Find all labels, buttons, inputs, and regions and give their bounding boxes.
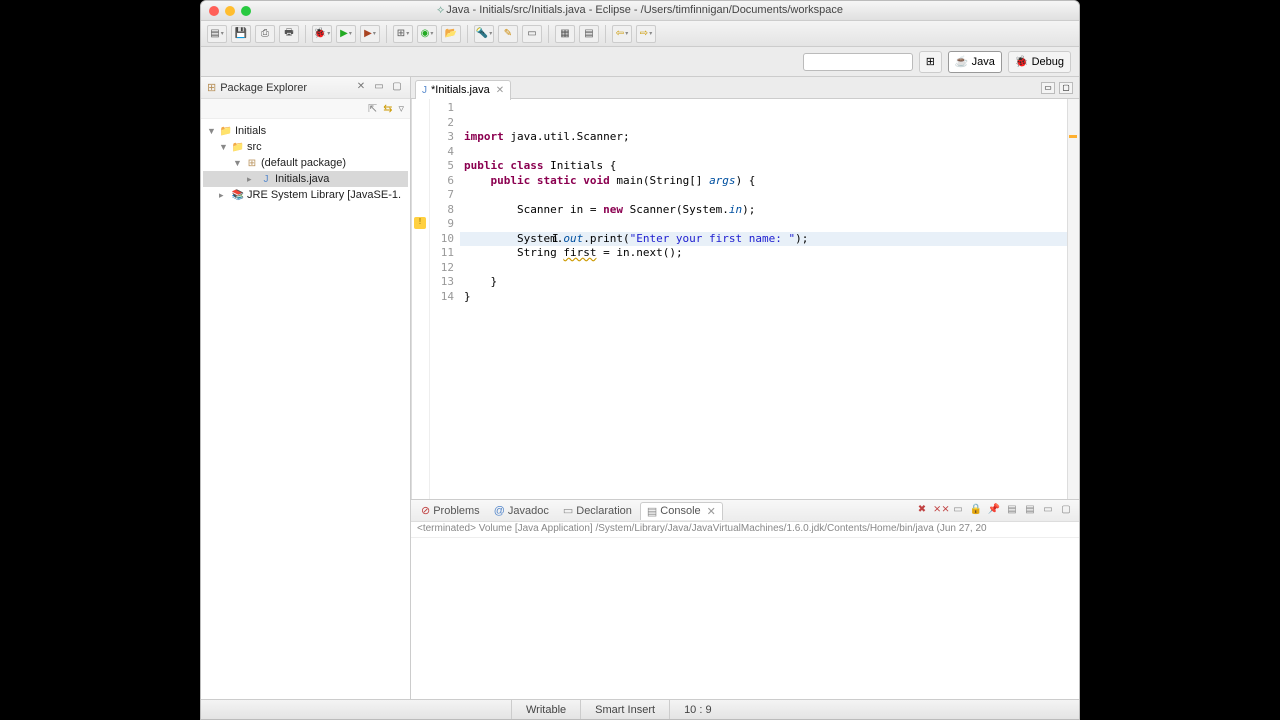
quick-access-input[interactable]: [803, 53, 913, 71]
status-cursor-position: 10 : 9: [669, 700, 726, 719]
tree-src[interactable]: ▼📁src: [203, 139, 408, 155]
close-view-icon[interactable]: ✕: [354, 81, 368, 95]
eclipse-window: ⟡Java - Initials/src/Initials.java - Ecl…: [200, 0, 1080, 720]
nav-button[interactable]: ▦: [555, 25, 575, 43]
status-bar: Writable Smart Insert 10 : 9: [201, 699, 1079, 719]
status-writable: Writable: [511, 700, 580, 719]
overview-warning-marker[interactable]: [1069, 135, 1077, 138]
debug-perspective-button[interactable]: 🐞Debug: [1008, 51, 1071, 73]
overview-ruler[interactable]: [1067, 99, 1079, 499]
package-explorer-header: ⊞ Package Explorer ✕ ▭ ▢: [201, 77, 410, 99]
text-cursor: I: [552, 232, 553, 245]
forward-button[interactable]: ⇨: [636, 25, 656, 43]
search-button[interactable]: 🔦: [474, 25, 494, 43]
back-button[interactable]: ⇦: [612, 25, 632, 43]
package-explorer-toolbar: ⇱ ⇆ ▿: [201, 99, 410, 119]
main-toolbar: ▤ 💾 ⎙ 🖶 🐞 ▶ ▶ ⊞ ◉ 📂 🔦 ✎ ▭ ▦ ▤ ⇦ ⇨: [201, 21, 1079, 47]
toggle-mark-button[interactable]: ✎: [498, 25, 518, 43]
tree-project[interactable]: ▼📁Initials: [203, 123, 408, 139]
package-explorer-icon: ⊞: [207, 81, 216, 94]
debug-button[interactable]: 🐞: [312, 25, 332, 43]
save-button[interactable]: 💾: [231, 25, 251, 43]
tree-java-file[interactable]: ▸JInitials.java: [203, 171, 408, 187]
pin-console-icon[interactable]: 📌: [987, 504, 1001, 518]
package-explorer-title: Package Explorer: [220, 82, 350, 94]
project-tree[interactable]: ▼📁Initials ▼📁src ▼⊞(default package) ▸JI…: [201, 119, 410, 699]
max-panel-icon[interactable]: ▢: [1059, 504, 1073, 518]
tree-jre-library[interactable]: ▸📚JRE System Library [JavaSE-1.: [203, 187, 408, 203]
bottom-panel: ⊘Problems @Javadoc ▭Declaration ▤Console…: [411, 499, 1079, 699]
tab-console[interactable]: ▤Console✕: [640, 502, 723, 520]
code-editor[interactable]: ! 123 456 789 101112 1314 import java.ut…: [411, 99, 1079, 499]
bottom-tabs: ⊘Problems @Javadoc ▭Declaration ▤Console…: [411, 500, 1079, 522]
open-type-button[interactable]: 📂: [441, 25, 461, 43]
save-all-button[interactable]: ⎙: [255, 25, 275, 43]
editor-tab-initials[interactable]: J *Initials.java ✕: [415, 80, 511, 100]
java-file-icon: J: [422, 85, 427, 96]
window-title: ⟡Java - Initials/src/Initials.java - Ecl…: [201, 4, 1079, 17]
perspective-bar: ⊞ ☕Java 🐞Debug: [201, 47, 1079, 77]
task-button[interactable]: ▭: [522, 25, 542, 43]
new-package-button[interactable]: ⊞: [393, 25, 413, 43]
close-tab-icon[interactable]: ✕: [496, 85, 504, 96]
editor-minimize-icon[interactable]: ▭: [1041, 82, 1055, 94]
display-console-icon[interactable]: ▤: [1005, 504, 1019, 518]
link-editor-icon[interactable]: ⇆: [383, 102, 392, 115]
new-button[interactable]: ▤: [207, 25, 227, 43]
collapse-all-icon[interactable]: ⇱: [368, 102, 377, 115]
maximize-view-icon[interactable]: ▢: [390, 81, 404, 95]
line-numbers: 123 456 789 101112 1314: [430, 99, 460, 499]
outline-button[interactable]: ▤: [579, 25, 599, 43]
open-perspective-button[interactable]: ⊞: [919, 51, 942, 73]
run-button[interactable]: ▶: [336, 25, 356, 43]
editor-tab-label: *Initials.java: [431, 84, 490, 96]
scroll-lock-icon[interactable]: 🔒: [969, 504, 983, 518]
java-perspective-button[interactable]: ☕Java: [948, 51, 1002, 73]
print-button[interactable]: 🖶: [279, 25, 299, 43]
tab-declaration[interactable]: ▭Declaration: [557, 502, 638, 519]
console-launch-info: <terminated> Volume [Java Application] /…: [411, 522, 1079, 538]
warning-marker-icon[interactable]: !: [414, 217, 426, 229]
marker-ruler: !: [412, 99, 430, 499]
clear-console-icon[interactable]: ▭: [951, 504, 965, 518]
package-explorer-view: ⊞ Package Explorer ✕ ▭ ▢ ⇱ ⇆ ▿ ▼📁Initial…: [201, 77, 411, 699]
min-panel-icon[interactable]: ▭: [1041, 504, 1055, 518]
run-last-button[interactable]: ▶: [360, 25, 380, 43]
remove-launch-icon[interactable]: ✖: [915, 504, 929, 518]
editor-maximize-icon[interactable]: ▢: [1059, 82, 1073, 94]
editor-area: J *Initials.java ✕ ▭ ▢ ! 123 456 789 101…: [411, 77, 1079, 699]
minimize-view-icon[interactable]: ▭: [372, 81, 386, 95]
titlebar: ⟡Java - Initials/src/Initials.java - Ecl…: [201, 1, 1079, 21]
view-menu-icon[interactable]: ▿: [398, 102, 404, 115]
main-area: ⊞ Package Explorer ✕ ▭ ▢ ⇱ ⇆ ▿ ▼📁Initial…: [201, 77, 1079, 699]
new-class-button[interactable]: ◉: [417, 25, 437, 43]
code-text[interactable]: import java.util.Scanner; public class I…: [460, 99, 1067, 499]
open-console-icon[interactable]: ▤: [1023, 504, 1037, 518]
tree-package[interactable]: ▼⊞(default package): [203, 155, 408, 171]
editor-tab-bar: J *Initials.java ✕ ▭ ▢: [411, 77, 1079, 99]
remove-all-launches-icon[interactable]: ⨯⨯: [933, 504, 947, 518]
status-insert-mode: Smart Insert: [580, 700, 669, 719]
tab-javadoc[interactable]: @Javadoc: [488, 503, 555, 519]
console-output[interactable]: [411, 538, 1079, 699]
tab-problems[interactable]: ⊘Problems: [415, 502, 486, 519]
